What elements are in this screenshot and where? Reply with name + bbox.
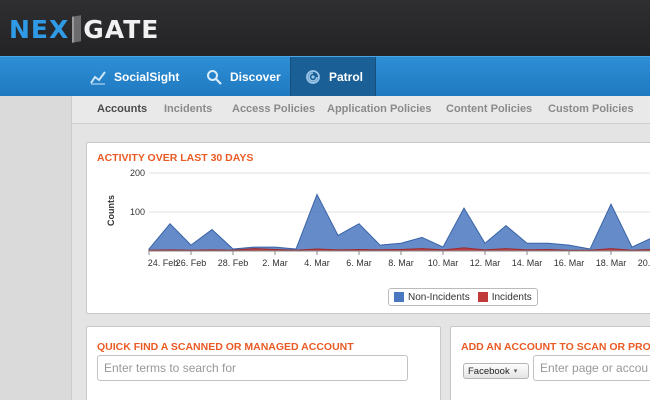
logo-text-left: NEX	[9, 14, 70, 44]
nav-discover[interactable]: Discover	[206, 57, 281, 96]
x-tick-label: 16. Mar	[554, 258, 585, 268]
legend-incidents[interactable]: Incidents	[492, 292, 532, 303]
y-tick-label: 200	[130, 168, 145, 178]
x-tick-label: 20. Mar	[638, 258, 650, 268]
addaccount-title: ADD AN ACCOUNT TO SCAN OR PROTEC	[461, 341, 650, 353]
x-tick-label: 26. Feb	[176, 258, 207, 268]
x-tick-label: 28. Feb	[218, 258, 249, 268]
chart-legend: Non-Incidents Incidents	[388, 288, 538, 306]
nav-patrol-label: Patrol	[329, 69, 364, 84]
search-icon	[206, 69, 222, 85]
quickfind-panel: QUICK FIND A SCANNED OR MANAGED ACCOUNT …	[86, 326, 441, 400]
sub-tabs: Accounts Incidents Access Policies Appli…	[72, 96, 650, 124]
page-account-input[interactable]: Enter page or accou	[533, 355, 650, 381]
x-tick-label: 18. Mar	[596, 258, 627, 268]
tab-custom-policies[interactable]: Custom Policies	[548, 103, 634, 115]
x-tick-label: 24. Feb	[148, 258, 179, 268]
nav-socialsight[interactable]: SocialSight	[90, 57, 179, 96]
account-search-input[interactable]: Enter terms to search for	[97, 355, 408, 381]
tab-incidents[interactable]: Incidents	[164, 103, 212, 115]
legend-swatch-non-incidents	[394, 292, 404, 302]
main-nav: SocialSight Discover Patrol	[0, 56, 650, 96]
network-select[interactable]: Facebook ▾	[463, 363, 529, 379]
legend-non-incidents[interactable]: Non-Incidents	[408, 292, 470, 303]
x-tick-label: 2. Mar	[262, 258, 288, 268]
y-tick-label: 100	[130, 207, 145, 217]
x-tick-label: 14. Mar	[512, 258, 543, 268]
nav-discover-label: Discover	[230, 69, 281, 84]
select-arrows-icon: ▾	[513, 367, 518, 375]
network-select-value: Facebook	[468, 365, 510, 377]
activity-panel: ACTIVITY OVER LAST 30 DAYS 200 100 Counts 2…	[86, 142, 650, 314]
content-area: ACTIVITY OVER LAST 30 DAYS 200 100 Counts 2…	[72, 124, 650, 400]
nav-socialsight-label: SocialSight	[114, 69, 180, 84]
activity-chart: 200 100 Counts 24. Feb26. Feb 28. Feb 2. Mar 4…	[106, 168, 650, 268]
page-account-placeholder: Enter page or accou	[540, 361, 649, 375]
tab-access-policies[interactable]: Access Policies	[232, 103, 315, 115]
tab-content-policies[interactable]: Content Policies	[446, 103, 532, 115]
logo-text-right: GATE	[83, 14, 160, 44]
tab-accounts[interactable]: Accounts	[97, 103, 147, 115]
chart-icon	[90, 69, 106, 85]
series-non-incidents-area	[148, 193, 650, 252]
left-gutter	[0, 96, 72, 400]
addaccount-panel: ADD AN ACCOUNT TO SCAN OR PROTEC Faceboo…	[450, 326, 650, 400]
search-placeholder: Enter terms to search for	[104, 361, 237, 375]
logo-door-icon	[72, 15, 82, 43]
x-tick-label: 6. Mar	[346, 258, 372, 268]
nexgate-logo[interactable]: NEX GATE	[9, 14, 159, 44]
legend-swatch-incidents	[477, 292, 488, 302]
y-axis-title: Counts	[106, 195, 116, 226]
quickfind-title: QUICK FIND A SCANNED OR MANAGED ACCOUNT	[97, 341, 354, 353]
x-tick-label: 12. Mar	[470, 258, 501, 268]
x-tick-label: 8. Mar	[388, 258, 414, 268]
patrol-icon	[305, 69, 321, 85]
x-tick-label: 4. Mar	[304, 258, 330, 268]
brand-bar: NEX GATE	[0, 0, 650, 56]
tab-application-policies[interactable]: Application Policies	[327, 103, 432, 115]
x-tick-label: 10. Mar	[428, 258, 459, 268]
nav-patrol[interactable]: Patrol	[290, 57, 376, 96]
